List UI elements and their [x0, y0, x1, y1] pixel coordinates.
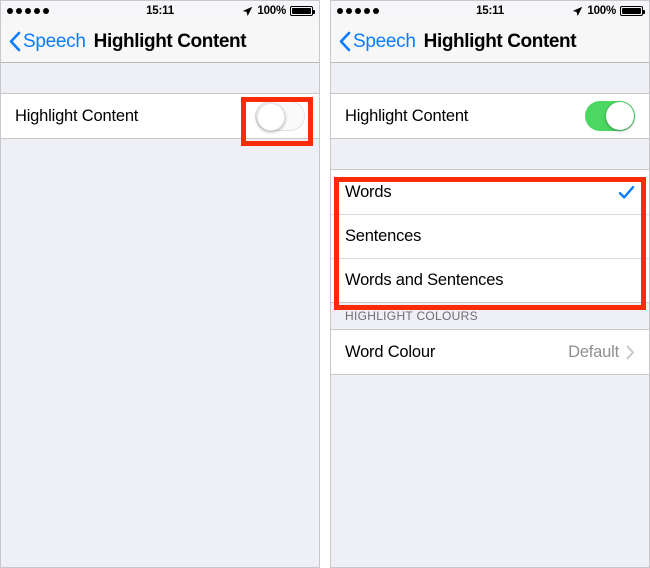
highlight-options-section: Words Sentences Words and Sentences: [331, 169, 649, 303]
chevron-left-icon[interactable]: [8, 31, 21, 52]
option-label: Sentences: [345, 227, 422, 245]
row-accessory: [255, 101, 305, 131]
chevron-right-icon: [626, 345, 634, 359]
page-title: Highlight Content: [93, 30, 247, 52]
back-button-label[interactable]: Speech: [23, 31, 86, 53]
option-label: Words and Sentences: [345, 271, 504, 289]
word-colour-row[interactable]: Word Colour Default: [331, 330, 649, 374]
option-row-words-and-sentences[interactable]: Words and Sentences: [331, 258, 649, 302]
option-label: Words: [345, 182, 392, 201]
highlight-content-toggle-on[interactable]: [585, 101, 635, 131]
status-right-cluster: 100%: [242, 5, 315, 17]
toggle-knob: [606, 102, 634, 130]
battery-icon: [290, 6, 315, 16]
location-arrow-icon: [573, 6, 583, 16]
highlight-content-row[interactable]: Highlight Content: [331, 94, 649, 138]
toggle-knob: [257, 103, 285, 131]
page-title: Highlight Content: [423, 30, 577, 52]
highlight-content-toggle-off[interactable]: [255, 101, 305, 131]
back-button-label[interactable]: Speech: [353, 31, 416, 53]
status-bar-left: 15:11 100%: [1, 1, 319, 21]
option-row-words[interactable]: Words: [331, 170, 649, 214]
highlight-content-section-right: Highlight Content: [331, 93, 649, 139]
row-accessory: Default: [568, 343, 635, 362]
checkmark-icon: [618, 185, 635, 199]
highlight-content-label: Highlight Content: [345, 106, 469, 125]
word-colour-value: Default: [568, 342, 619, 361]
option-row-sentences[interactable]: Sentences: [331, 214, 649, 258]
battery-percent-label: 100%: [587, 5, 616, 17]
row-accessory: [585, 101, 635, 131]
highlight-colours-header: HIGHLIGHT COLOURS: [345, 309, 478, 323]
highlight-content-label: Highlight Content: [15, 106, 139, 125]
row-accessory: [618, 184, 635, 201]
status-bar-right: 15:11 100%: [331, 1, 649, 21]
location-arrow-icon: [243, 6, 253, 16]
battery-icon: [620, 6, 645, 16]
highlight-colours-section: Word Colour Default: [331, 329, 649, 375]
highlight-content-section-left: Highlight Content: [1, 93, 319, 139]
battery-percent-label: 100%: [257, 5, 286, 17]
highlight-content-row[interactable]: Highlight Content: [1, 94, 319, 138]
screenshot-stage: 15:11 100% Speech Highlight Content High…: [0, 0, 650, 568]
status-right-cluster: 100%: [572, 5, 645, 17]
right-phone-screen: 15:11 100% Speech Highlight Content High…: [330, 0, 650, 568]
nav-bar-right: Speech Highlight Content: [331, 21, 649, 63]
chevron-left-icon[interactable]: [338, 31, 351, 52]
nav-bar-left: Speech Highlight Content: [1, 21, 319, 63]
left-phone-screen: 15:11 100% Speech Highlight Content High…: [0, 0, 320, 568]
word-colour-label: Word Colour: [345, 342, 436, 361]
